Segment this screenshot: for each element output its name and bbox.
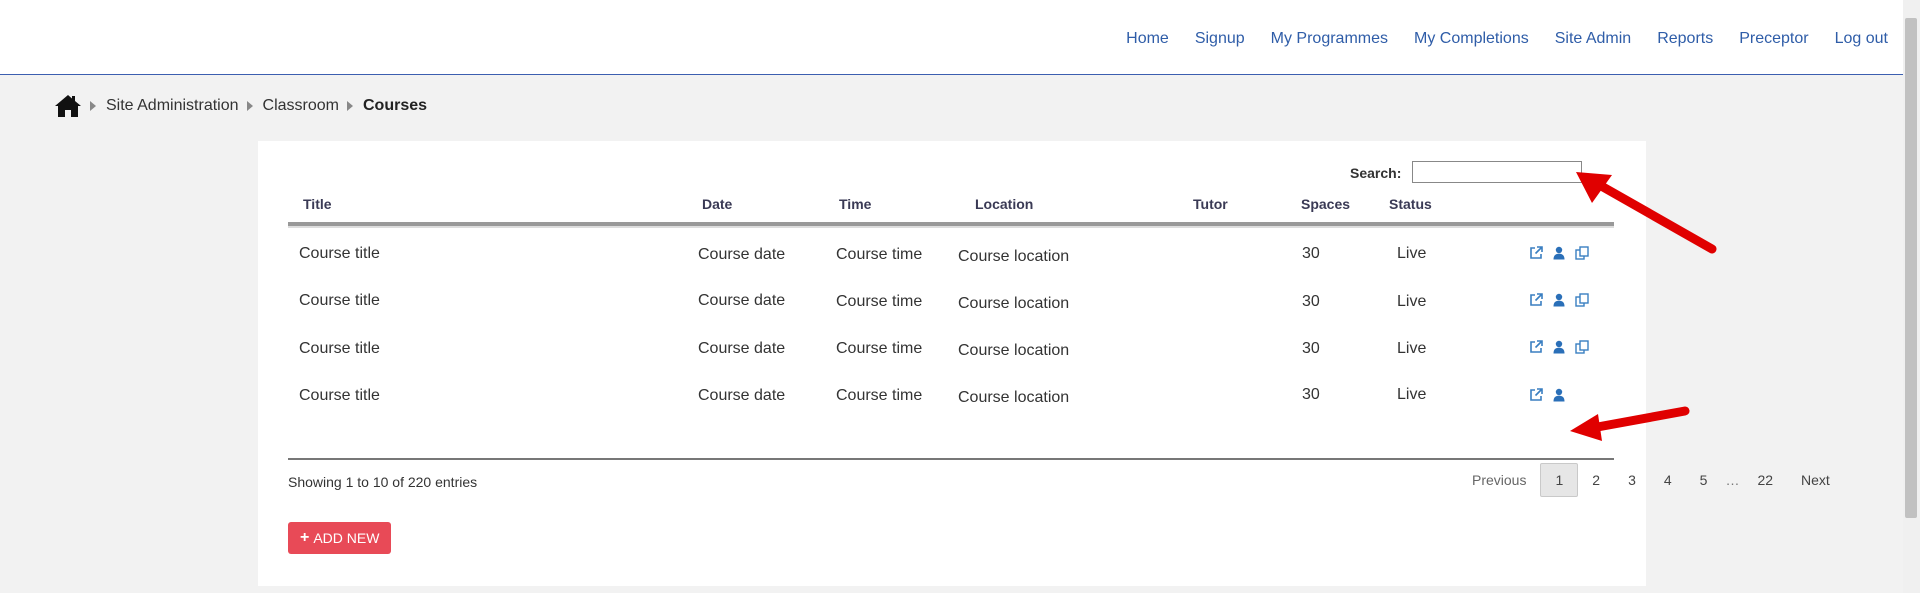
nav-home[interactable]: Home bbox=[1126, 30, 1169, 48]
annotation-arrow-icon bbox=[1570, 406, 1690, 441]
breadcrumb-separator bbox=[346, 101, 353, 111]
home-icon[interactable] bbox=[54, 94, 82, 118]
row-location: Course location bbox=[958, 248, 1070, 265]
add-new-label: ADD NEW bbox=[313, 530, 380, 546]
pagination-ellipsis: … bbox=[1725, 472, 1740, 488]
nav-signup[interactable]: Signup bbox=[1195, 30, 1245, 48]
nav-preceptor[interactable]: Preceptor bbox=[1739, 30, 1808, 48]
row-actions bbox=[1529, 340, 1589, 354]
annotation-arrow-icon bbox=[1576, 172, 1717, 254]
search-input[interactable] bbox=[1412, 161, 1582, 183]
user-icon[interactable] bbox=[1552, 340, 1566, 354]
column-tutor[interactable]: Tutor bbox=[1193, 196, 1228, 212]
row-title: Course title bbox=[299, 245, 380, 262]
column-date[interactable]: Date bbox=[702, 196, 732, 212]
top-nav: Home Signup My Programmes My Completions… bbox=[1100, 30, 1888, 48]
external-link-icon[interactable] bbox=[1529, 293, 1543, 307]
breadcrumb-classroom[interactable]: Classroom bbox=[263, 97, 339, 115]
row-title: Course title bbox=[299, 292, 380, 309]
row-status: Live bbox=[1397, 386, 1427, 403]
pagination-page-4[interactable]: 4 bbox=[1650, 464, 1686, 496]
column-status[interactable]: Status bbox=[1389, 196, 1432, 212]
row-time: Course time bbox=[836, 340, 923, 357]
row-date: Course date bbox=[698, 246, 786, 263]
column-title[interactable]: Title bbox=[303, 196, 332, 212]
row-location: Course location bbox=[958, 389, 1070, 406]
row-title: Course title bbox=[299, 387, 380, 404]
scrollbar-thumb[interactable] bbox=[1905, 18, 1917, 518]
column-location[interactable]: Location bbox=[975, 196, 1033, 212]
pagination: Previous 1 2 3 4 5 … 22 Next bbox=[1458, 463, 1844, 497]
column-time[interactable]: Time bbox=[839, 196, 871, 212]
row-time: Course time bbox=[836, 387, 923, 404]
external-link-icon[interactable] bbox=[1529, 388, 1543, 402]
breadcrumb-separator bbox=[90, 101, 96, 111]
table-info: Showing 1 to 10 of 220 entries bbox=[288, 474, 478, 490]
row-location: Course location bbox=[958, 342, 1070, 359]
table-row: Course title Course date Course time Cou… bbox=[288, 325, 1614, 381]
row-status: Live bbox=[1397, 340, 1427, 357]
row-date: Course date bbox=[698, 292, 786, 309]
table-footer-line bbox=[288, 458, 1614, 460]
row-spaces: 30 bbox=[1302, 293, 1320, 310]
nav-my-programmes[interactable]: My Programmes bbox=[1271, 30, 1388, 48]
nav-site-admin[interactable]: Site Admin bbox=[1555, 30, 1631, 48]
vertical-scrollbar[interactable] bbox=[1903, 0, 1920, 593]
row-time: Course time bbox=[836, 293, 923, 310]
pagination-page-last[interactable]: 22 bbox=[1743, 464, 1787, 496]
row-date: Course date bbox=[698, 340, 786, 357]
user-icon[interactable] bbox=[1552, 293, 1566, 307]
add-new-button[interactable]: + ADD NEW bbox=[288, 522, 392, 554]
pagination-page-1[interactable]: 1 bbox=[1540, 463, 1579, 497]
breadcrumb-separator bbox=[246, 101, 253, 111]
nav-reports[interactable]: Reports bbox=[1657, 30, 1713, 48]
pagination-next[interactable]: Next bbox=[1787, 464, 1844, 496]
breadcrumb-site-administration[interactable]: Site Administration bbox=[106, 97, 239, 115]
plus-icon: + bbox=[300, 529, 310, 546]
breadcrumb: Site Administration Classroom Courses bbox=[54, 94, 427, 118]
copy-icon[interactable] bbox=[1575, 340, 1589, 354]
table-row: Course title Course date Course time Cou… bbox=[288, 374, 1614, 430]
external-link-icon[interactable] bbox=[1529, 246, 1543, 260]
courses-panel: Search: Title Date Time Location Tutor S… bbox=[258, 141, 1830, 586]
nav-log-out[interactable]: Log out bbox=[1835, 30, 1888, 48]
copy-icon[interactable] bbox=[1575, 293, 1589, 307]
row-time: Course time bbox=[836, 246, 923, 263]
pagination-page-2[interactable]: 2 bbox=[1578, 464, 1614, 496]
nav-my-completions[interactable]: My Completions bbox=[1414, 30, 1529, 48]
row-title: Course title bbox=[299, 340, 380, 357]
top-bar: Home Signup My Programmes My Completions… bbox=[0, 0, 1920, 75]
row-actions bbox=[1529, 293, 1589, 307]
search-label: Search: bbox=[1350, 165, 1402, 181]
row-spaces: 30 bbox=[1302, 386, 1320, 403]
row-status: Live bbox=[1397, 293, 1427, 310]
external-link-icon[interactable] bbox=[1529, 340, 1543, 354]
column-spaces[interactable]: Spaces bbox=[1301, 196, 1350, 212]
row-spaces: 30 bbox=[1302, 245, 1320, 262]
table-header: Title Date Time Location Tutor Spaces St… bbox=[288, 196, 1614, 226]
pagination-page-5[interactable]: 5 bbox=[1686, 464, 1722, 496]
pagination-previous[interactable]: Previous bbox=[1458, 464, 1540, 496]
pagination-page-3[interactable]: 3 bbox=[1614, 464, 1650, 496]
row-status: Live bbox=[1397, 245, 1427, 262]
row-location: Course location bbox=[958, 295, 1070, 312]
row-date: Course date bbox=[698, 387, 786, 404]
row-spaces: 30 bbox=[1302, 340, 1320, 357]
breadcrumb-courses: Courses bbox=[362, 97, 428, 114]
